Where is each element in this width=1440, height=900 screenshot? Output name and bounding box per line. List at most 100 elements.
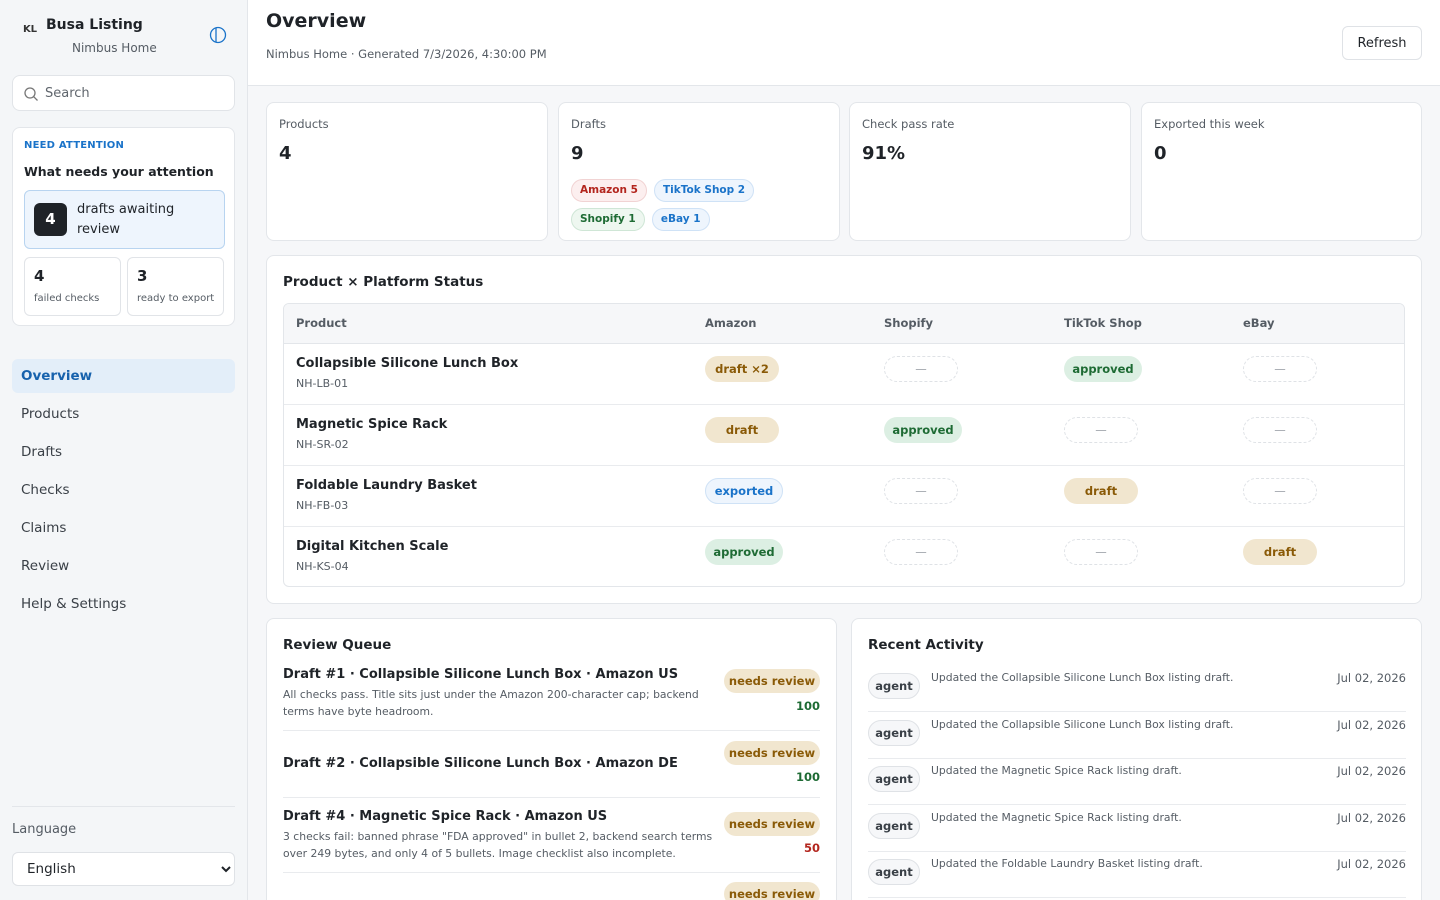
stat-label: Check pass rate (862, 117, 955, 131)
status-pill[interactable]: — (1064, 417, 1138, 443)
status-pill[interactable]: — (1064, 539, 1138, 565)
failed-checks-tile[interactable]: 4 failed checks (24, 257, 121, 316)
attention-title: What needs your attention (24, 164, 214, 179)
stat-value: 91% (862, 143, 906, 164)
sidebar-item-drafts[interactable]: Drafts (12, 435, 235, 469)
section-title: Product × Platform Status (283, 274, 484, 290)
actor-badge: agent (868, 719, 920, 746)
drafts-awaiting-review-tile[interactable]: 4 drafts awaiting review (24, 190, 225, 249)
queue-item-description: All checks pass. Title sits just under t… (283, 688, 699, 718)
column-header-shopify: Shopify (884, 316, 934, 330)
stat-value: 9 (571, 143, 584, 164)
column-header-ebay: eBay (1243, 316, 1275, 330)
stat-card-check-pass-rate[interactable]: Check pass rate 91% (849, 102, 1131, 241)
queue-item[interactable]: Draft #2 · Collapsible Silicone Lunch Bo… (283, 731, 820, 798)
page-title: Overview (266, 10, 367, 32)
brand-logo: KL (22, 24, 38, 35)
activity-item[interactable]: agent Updated the Collapsible Silicone Lu… (868, 712, 1406, 759)
column-header-tiktok-shop: TikTok Shop (1064, 316, 1142, 330)
status-pill[interactable]: approved (884, 417, 962, 443)
product-name: Magnetic Spice Rack (296, 417, 448, 432)
search-icon (24, 87, 38, 101)
chip-shopify[interactable]: Shopify 1 (571, 208, 645, 231)
language-select[interactable]: English (12, 852, 235, 886)
column-header-amazon: Amazon (705, 316, 757, 330)
product-sku: NH-SR-02 (296, 438, 349, 451)
search-input[interactable] (45, 76, 225, 110)
status-pill[interactable]: — (884, 539, 958, 565)
queue-item-title: Draft #2 · Collapsible Silicone Lunch Bo… (283, 756, 678, 771)
chip-amazon[interactable]: Amazon 5 (571, 179, 647, 202)
chip-ebay[interactable]: eBay 1 (651, 208, 710, 231)
stat-value: 0 (1154, 143, 1167, 164)
needs-review-badge: needs review (724, 882, 820, 900)
product-name: Collapsible Silicone Lunch Box (296, 356, 519, 371)
activity-item[interactable]: agent Updated the Magnetic Spice Rack lis… (868, 805, 1406, 852)
activity-date: Jul 02, 2026 (1337, 671, 1406, 685)
activity-date: Jul 02, 2026 (1337, 810, 1406, 825)
attention-card: NEED ATTENTION What needs your attention… (12, 127, 235, 326)
activity-item[interactable]: agent Updated the Foldable Laundry Basket… (868, 851, 1406, 898)
sidebar-item-review[interactable]: Review (12, 549, 235, 583)
column-header-product: Product (296, 316, 347, 330)
stat-value: 4 (279, 143, 292, 164)
status-pill[interactable]: — (884, 478, 958, 504)
drafts-awaiting-count: 4 (34, 203, 67, 236)
sidebar-item-help-settings[interactable]: Help & Settings (12, 587, 235, 621)
section-title: Review Queue (283, 637, 392, 653)
table-row[interactable]: Collapsible Silicone Lunch Box NH-LB-01 dr… (284, 344, 1404, 405)
queue-item[interactable]: Draft #1 · Collapsible Silicone Lunch Bo… (283, 665, 820, 731)
chip-tiktok-shop[interactable]: TikTok Shop 2 (654, 179, 755, 202)
sidebar-toggle-icon[interactable] (209, 26, 227, 44)
activity-text: Updated the Magnetic Spice Rack listing … (931, 810, 1182, 824)
sidebar-item-claims[interactable]: Claims (12, 511, 235, 545)
activity-date: Jul 02, 2026 (1337, 857, 1406, 871)
status-pill[interactable]: — (884, 356, 958, 382)
status-pill[interactable]: approved (705, 539, 783, 565)
stat-card-drafts[interactable]: Drafts 9 Amazon 5 TikTok Shop 2 Shopify … (558, 102, 840, 241)
queue-item[interactable]: needs review (283, 873, 820, 900)
sidebar-item-products[interactable]: Products (12, 397, 235, 431)
needs-review-badge: needs review (724, 669, 820, 693)
stat-card-exported-this-week[interactable]: Exported this week 0 (1141, 102, 1422, 241)
activity-text: Updated the Collapsible Silicone Lunch B… (931, 717, 1234, 731)
activity-item[interactable]: agent Updated the Collapsible Silicone Lu… (868, 665, 1406, 712)
status-pill[interactable]: draft (1064, 478, 1138, 504)
status-pill[interactable]: approved (1064, 356, 1142, 382)
needs-review-badge: needs review (724, 812, 820, 836)
ready-to-export-tile[interactable]: 3 ready to export (127, 257, 224, 316)
actor-badge: agent (868, 673, 920, 699)
table-row[interactable]: Magnetic Spice Rack NH-SR-02 draft approved… (284, 405, 1404, 466)
sidebar: KL Busa Listing Nimbus Home NEED ATTENTI… (0, 0, 248, 900)
status-pill[interactable]: — (1243, 356, 1317, 382)
search-box[interactable] (12, 75, 235, 111)
sidebar-item-checks[interactable]: Checks (12, 473, 235, 507)
sidebar-item-overview[interactable]: Overview (12, 359, 235, 393)
table-row[interactable]: Foldable Laundry Basket NH-FB-03 exported —… (284, 466, 1404, 527)
stat-card-products[interactable]: Products 4 (266, 102, 548, 241)
actor-badge: agent (868, 766, 920, 792)
section-title: Recent Activity (868, 637, 984, 653)
status-pill[interactable]: — (1243, 478, 1317, 504)
status-pill[interactable]: exported (705, 478, 783, 504)
activity-item[interactable]: agent Updated the Magnetic Spice Rack lis… (868, 758, 1406, 805)
product-sku: NH-KS-04 (296, 560, 349, 573)
status-pill[interactable]: draft (705, 417, 779, 443)
queue-item-score: 100 (795, 699, 820, 713)
page-header: Overview Nimbus Home · Generated 7/3/202… (248, 0, 1440, 86)
queue-item-score: 50 (803, 841, 820, 855)
status-pill[interactable]: draft ×2 (705, 356, 779, 382)
product-sku: NH-FB-03 (296, 499, 349, 512)
product-name: Digital Kitchen Scale (296, 539, 449, 554)
refresh-button[interactable]: Refresh (1342, 26, 1422, 60)
draft-platform-chips: Amazon 5 TikTok Shop 2 Shopify 1 eBay 1 (571, 178, 831, 236)
needs-review-badge: needs review (724, 741, 820, 765)
status-pill[interactable]: draft (1243, 539, 1317, 565)
ready-to-export-count: 3 (137, 267, 148, 285)
status-pill[interactable]: — (1243, 417, 1317, 443)
queue-item[interactable]: Draft #4 · Magnetic Spice Rack · Amazon … (283, 798, 820, 873)
table-row[interactable]: Digital Kitchen Scale NH-KS-04 approved — — d… (284, 527, 1404, 586)
review-queue: Review Queue Draft #1 · Collapsible Sili… (266, 618, 837, 900)
sidebar-nav: Overview Products Drafts Checks Claims R… (12, 359, 235, 625)
drafts-awaiting-label: drafts awaiting review (77, 202, 175, 237)
